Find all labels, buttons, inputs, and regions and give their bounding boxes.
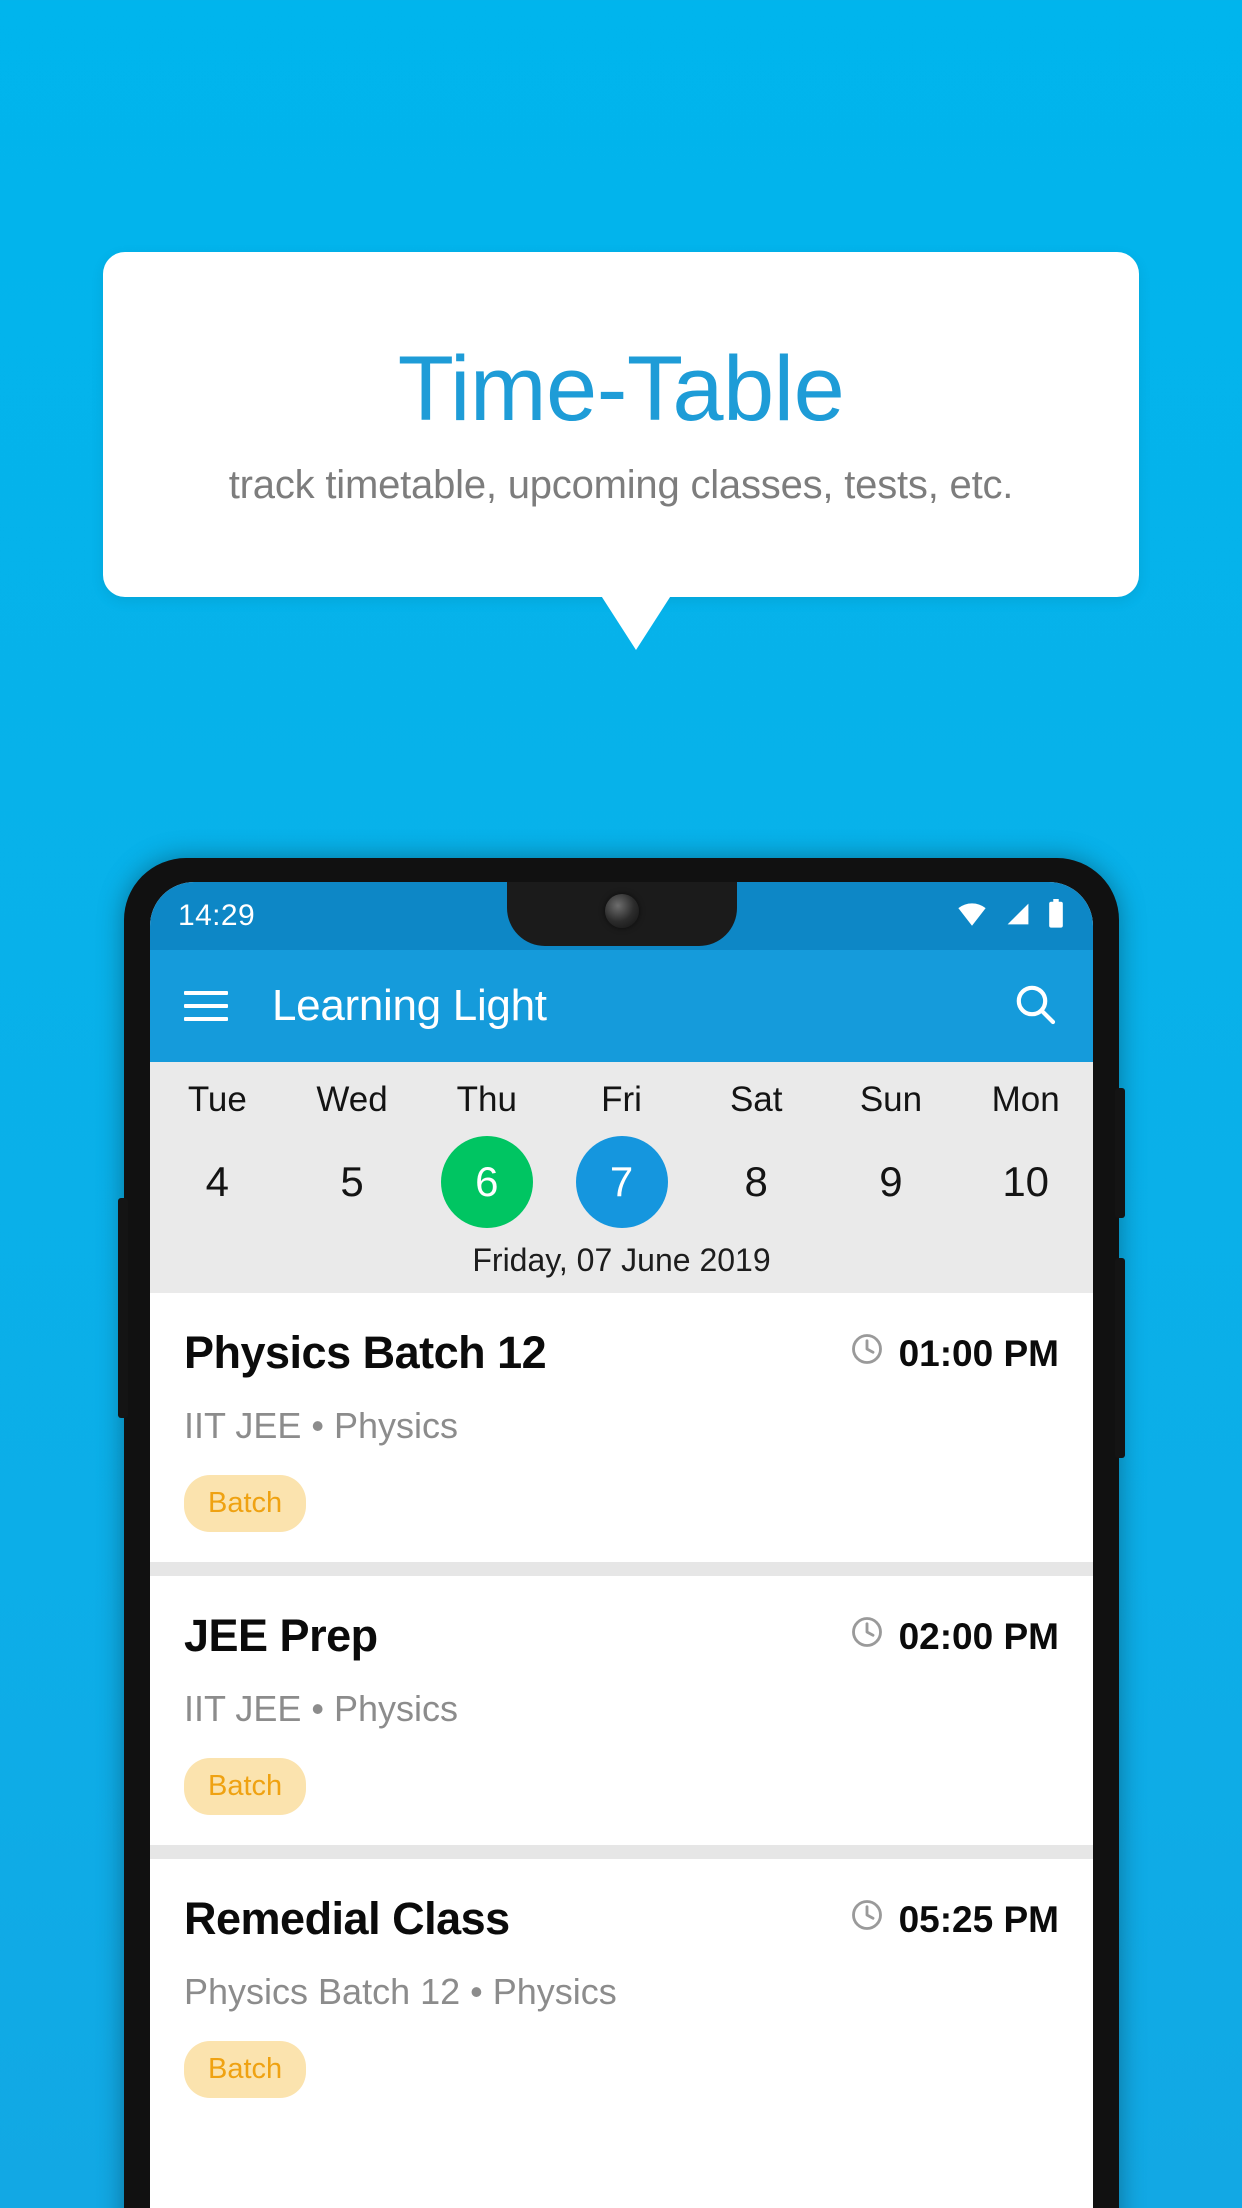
event-card-header: JEE Prep 02:00 PM — [184, 1610, 1059, 1662]
phone-notch — [506, 882, 737, 946]
day-number-selected: 7 — [575, 1136, 668, 1228]
front-camera-icon — [604, 894, 639, 928]
status-bar-icons — [955, 898, 1065, 934]
day-name: Fri — [601, 1080, 642, 1119]
day-cell-fri[interactable]: Fri 7 — [554, 1080, 689, 1228]
event-title: Remedial Class — [184, 1893, 510, 1944]
day-name: Wed — [316, 1080, 388, 1119]
day-name: Sat — [729, 1080, 783, 1119]
event-card[interactable]: JEE Prep 02:00 PM IIT JEE • Physics Batc… — [150, 1576, 1093, 1845]
status-bar: 14:29 — [150, 882, 1093, 950]
promo-callout: Time-Table track timetable, upcoming cla… — [103, 252, 1139, 597]
event-time: 05:25 PM — [849, 1893, 1059, 1942]
day-cell-mon[interactable]: Mon 10 — [958, 1080, 1093, 1228]
day-cell-thu[interactable]: Thu 6 — [419, 1080, 554, 1228]
day-cell-sun[interactable]: Sun 9 — [824, 1080, 959, 1228]
event-time-text: 01:00 PM — [898, 1332, 1059, 1374]
day-name: Mon — [991, 1080, 1060, 1119]
phone-screen: 14:29 Learning Light Tue 4 Wed 5 Thu 6 F… — [150, 882, 1093, 2208]
event-time-text: 02:00 PM — [898, 1615, 1059, 1657]
phone-mockup: 14:29 Learning Light Tue 4 Wed 5 Thu 6 F… — [118, 858, 1125, 2208]
hamburger-menu-icon[interactable] — [184, 991, 228, 1021]
callout-tail-triangle — [600, 594, 672, 650]
event-title: JEE Prep — [184, 1610, 378, 1661]
day-name: Tue — [187, 1080, 247, 1119]
event-time: 02:00 PM — [849, 1610, 1059, 1659]
app-bar-title: Learning Light — [272, 981, 547, 1030]
clock-icon — [849, 1331, 885, 1376]
promo-title: Time-Table — [397, 337, 845, 440]
status-bar-clock: 14:29 — [178, 899, 256, 932]
event-tag-badge: Batch — [184, 2041, 307, 2098]
phone-volume-button-right — [1115, 1258, 1125, 1458]
phone-power-button — [1115, 1088, 1125, 1218]
promo-subtitle: track timetable, upcoming classes, tests… — [228, 463, 1014, 508]
day-list: Tue 4 Wed 5 Thu 6 Fri 7 Sat 8 Sun 9 Mon … — [150, 1080, 1093, 1228]
battery-icon — [1047, 898, 1065, 934]
day-cell-sat[interactable]: Sat 8 — [689, 1080, 824, 1228]
date-strip: Tue 4 Wed 5 Thu 6 Fri 7 Sat 8 Sun 9 Mon … — [150, 1062, 1093, 1293]
day-name: Thu — [456, 1080, 517, 1119]
event-card-header: Physics Batch 12 01:00 PM — [184, 1327, 1059, 1379]
wifi-icon — [955, 901, 989, 932]
event-card[interactable]: Physics Batch 12 01:00 PM IIT JEE • Phys… — [150, 1293, 1093, 1562]
day-name: Sun — [859, 1080, 923, 1119]
event-time: 01:00 PM — [849, 1327, 1059, 1376]
event-list: Physics Batch 12 01:00 PM IIT JEE • Phys… — [150, 1293, 1093, 2128]
app-bar: Learning Light — [150, 950, 1093, 1062]
day-number: 9 — [879, 1158, 903, 1205]
day-number-today: 6 — [440, 1136, 533, 1228]
event-tag-badge: Batch — [184, 1758, 307, 1815]
event-subtitle: Physics Batch 12 • Physics — [184, 1971, 617, 2012]
day-number: 8 — [744, 1158, 768, 1205]
event-card[interactable]: Remedial Class 05:25 PM Physics Batch 12… — [150, 1859, 1093, 2128]
event-card-header: Remedial Class 05:25 PM — [184, 1893, 1059, 1945]
day-cell-tue[interactable]: Tue 4 — [150, 1080, 285, 1228]
event-title: Physics Batch 12 — [184, 1327, 547, 1378]
day-number: 10 — [1002, 1158, 1050, 1205]
event-subtitle: IIT JEE • Physics — [184, 1688, 459, 1729]
day-number: 4 — [205, 1158, 230, 1205]
phone-bezel: 14:29 Learning Light Tue 4 Wed 5 Thu 6 F… — [150, 882, 1093, 2208]
event-tag-badge: Batch — [184, 1475, 307, 1532]
clock-icon — [849, 1614, 885, 1659]
selected-date-label: Friday, 07 June 2019 — [472, 1242, 771, 1278]
search-icon[interactable] — [1011, 980, 1059, 1033]
event-subtitle: IIT JEE • Physics — [184, 1405, 459, 1446]
phone-volume-button-left — [118, 1198, 128, 1418]
clock-icon — [849, 1897, 885, 1942]
day-cell-wed[interactable]: Wed 5 — [285, 1080, 420, 1228]
signal-icon — [1003, 901, 1033, 932]
day-number: 5 — [340, 1158, 364, 1205]
event-time-text: 05:25 PM — [898, 1898, 1059, 1940]
